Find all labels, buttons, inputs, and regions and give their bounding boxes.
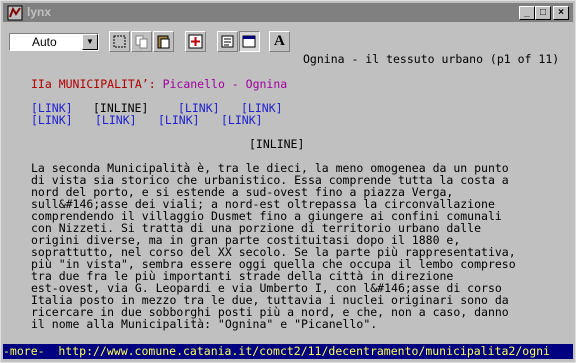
copy-tool-icon bbox=[135, 35, 148, 49]
title-bar: lynx _ □ × bbox=[3, 3, 573, 22]
link-6[interactable]: [LINK] bbox=[158, 114, 200, 127]
properties-button[interactable] bbox=[217, 31, 238, 52]
page-header: Ognina - il tessuto urbano (p1 of 11) bbox=[303, 52, 560, 66]
copy-tool-button[interactable] bbox=[131, 31, 152, 52]
encoding-select[interactable]: Auto ▼ bbox=[9, 33, 99, 51]
browser-window: lynx _ □ × Auto ▼ A Ognina - il tessuto … bbox=[0, 0, 576, 363]
link-4[interactable]: [LINK] bbox=[31, 114, 73, 127]
maximize-icon: □ bbox=[539, 7, 547, 18]
heading-municipality: IIa MUNICIPALITA’: bbox=[31, 77, 163, 91]
window-title: lynx bbox=[27, 5, 52, 19]
fullscreen-icon bbox=[188, 34, 203, 49]
heading-area: Picanello - Ognina bbox=[162, 77, 288, 91]
toolbar: Auto ▼ A bbox=[3, 25, 573, 55]
page-content: Ognina - il tessuto urbano (p1 of 11) II… bbox=[3, 52, 573, 360]
paste-tool-button[interactable] bbox=[153, 31, 174, 52]
maximize-button[interactable]: □ bbox=[535, 6, 551, 20]
link-5[interactable]: [LINK] bbox=[95, 114, 137, 127]
paste-tool-icon bbox=[157, 35, 170, 49]
properties-icon bbox=[221, 35, 234, 48]
minimize-icon: _ bbox=[524, 7, 530, 18]
window-button[interactable] bbox=[239, 31, 260, 52]
close-icon: × bbox=[558, 7, 564, 18]
paragraph-line: il nome alla Municipalità: "Ognina" e "P… bbox=[31, 317, 378, 331]
link-7[interactable]: [LINK] bbox=[221, 114, 263, 127]
inline-image-2: [INLINE] bbox=[249, 137, 305, 151]
lynx-app-icon[interactable] bbox=[7, 5, 23, 21]
font-icon: A bbox=[274, 33, 285, 49]
status-bar: -more- http://www.comune.catania.it/comc… bbox=[3, 344, 573, 359]
select-tool-button[interactable] bbox=[109, 31, 130, 52]
close-button[interactable]: × bbox=[553, 6, 569, 20]
fullscreen-button[interactable] bbox=[185, 31, 206, 52]
encoding-select-value: Auto bbox=[32, 35, 57, 49]
select-tool-icon bbox=[113, 35, 126, 48]
page-heading: IIa MUNICIPALITA’: Picanello - Ognina bbox=[31, 77, 288, 91]
font-button[interactable]: A bbox=[269, 31, 290, 52]
window-icon bbox=[242, 35, 256, 48]
minimize-button[interactable]: _ bbox=[519, 6, 535, 20]
chevron-down-icon[interactable]: ▼ bbox=[82, 34, 98, 50]
